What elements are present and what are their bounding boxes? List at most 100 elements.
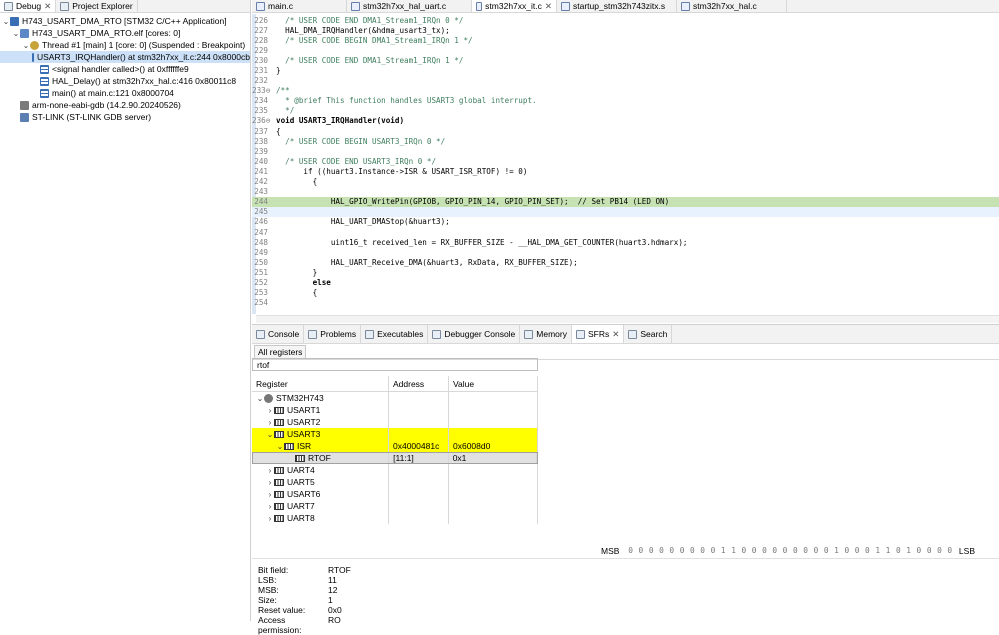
bottom-tab[interactable]: Search [624, 325, 673, 343]
code-line[interactable]: 232 [252, 76, 999, 86]
editor-tab[interactable]: stm32h7xx_hal.c [677, 0, 787, 12]
tree-item[interactable]: USART3_IRQHandler() at stm32h7xx_it.c:24… [0, 51, 250, 63]
bottom-tab[interactable]: Executables [361, 325, 429, 343]
code-line[interactable]: 242 { [252, 177, 999, 187]
code-line[interactable]: 239 [252, 146, 999, 156]
close-icon[interactable]: ✕ [545, 1, 552, 12]
register-row[interactable]: RTOF [11:1] 0x1 [252, 452, 538, 464]
code-line[interactable]: 248 uint16_t received_len = RX_BUFFER_SI… [252, 237, 999, 247]
code-line[interactable]: 238 /* USER CODE BEGIN USART3_IRQn 0 */ [252, 136, 999, 146]
code-area[interactable]: 226 /* USER CODE END DMA1_Stream1_IRQn 0… [252, 15, 999, 308]
register-row[interactable]: › USART2 [252, 416, 538, 428]
editor-tab[interactable]: stm32h7xx_hal_uart.c [347, 0, 472, 12]
code-line[interactable]: 235 */ [252, 106, 999, 116]
register-name: ISR [297, 441, 312, 451]
tree-item[interactable]: arm-none-eabi-gdb (14.2.90.20240526) [0, 99, 250, 111]
tree-item[interactable]: ST-LINK (ST-LINK GDB server) [0, 111, 250, 123]
tab-project-explorer[interactable]: Project Explorer [56, 0, 138, 12]
chevron-down-icon[interactable]: ⌄ [276, 442, 284, 451]
bit-value: 0 [916, 546, 922, 555]
chevron-down-icon[interactable]: ⌄ [12, 29, 20, 38]
code-text: HAL_DMA_IRQHandler(&hdma_usart3_tx); [276, 25, 450, 35]
chevron-right-icon[interactable]: › [266, 502, 274, 511]
chevron-right-icon[interactable]: › [266, 514, 274, 523]
bottom-tab[interactable]: SFRs ✕ [572, 325, 625, 343]
code-line[interactable]: 236⊖ void USART3_IRQHandler(void) [252, 116, 999, 126]
tab-all-registers[interactable]: All registers [254, 344, 307, 359]
chevron-down-icon[interactable]: ⌄ [256, 394, 264, 403]
chevron-right-icon[interactable]: › [266, 406, 274, 415]
chevron-down-icon[interactable]: ⌄ [22, 41, 30, 50]
register-row[interactable]: ⌄ ISR 0x4000481c 0x6008d0 [252, 440, 538, 452]
code-line[interactable]: 254 [252, 298, 999, 308]
tab-debug[interactable]: Debug ✕ [0, 0, 57, 12]
tree-item[interactable]: HAL_Delay() at stm32h7xx_hal.c:416 0x800… [0, 75, 250, 87]
chevron-right-icon[interactable]: › [266, 418, 274, 427]
code-line[interactable]: 234 * @brief This function handles USART… [252, 96, 999, 106]
code-line[interactable]: 244 HAL_GPIO_WritePin(GPIOB, GPIO_PIN_14… [252, 196, 999, 207]
register-row[interactable]: › UART5 [252, 476, 538, 488]
editor-tab[interactable]: main.c [252, 0, 347, 12]
code-text: HAL_GPIO_WritePin(GPIOB, GPIO_PIN_14, GP… [276, 197, 670, 207]
code-line[interactable]: 253 { [252, 288, 999, 298]
close-icon[interactable]: ✕ [44, 1, 51, 12]
code-line[interactable]: 245 [252, 206, 999, 217]
tree-item[interactable]: ⌄ Thread #1 [main] 1 [core: 0] (Suspended… [0, 39, 250, 51]
code-line[interactable]: 229 [252, 45, 999, 55]
column-register[interactable]: Register [252, 376, 389, 391]
code-line[interactable]: 226 /* USER CODE END DMA1_Stream1_IRQn 0… [252, 15, 999, 25]
editor-tab[interactable]: startup_stm32h743zitx.s [557, 0, 677, 12]
register-row[interactable]: › UART8 [252, 512, 538, 524]
code-line[interactable]: 251 } [252, 267, 999, 277]
register-filter-input[interactable]: rtof [252, 358, 538, 371]
code-line[interactable]: 241 if ((huart3.Instance->ISR & USART_IS… [252, 166, 999, 176]
register-row[interactable]: › USART6 [252, 488, 538, 500]
chevron-down-icon[interactable]: ⌄ [266, 430, 274, 439]
register-row[interactable]: ⌄ USART3 [252, 428, 538, 440]
chevron-down-icon[interactable]: ⌄ [2, 17, 10, 26]
register-row[interactable]: › USART1 [252, 404, 538, 416]
code-text: /* USER CODE END USART3_IRQn 0 */ [276, 156, 437, 166]
bottom-tab-label: Debugger Console [444, 329, 516, 339]
register-value: 0x1 [449, 453, 537, 463]
horizontal-scrollbar[interactable] [256, 315, 999, 323]
editor-tabbar: main.c stm32h7xx_hal_uart.c stm32h7xx_it.c… [252, 0, 999, 13]
code-line[interactable]: 237 { [252, 126, 999, 136]
column-address[interactable]: Address [389, 376, 449, 391]
code-line[interactable]: 230 /* USER CODE END DMA1_Stream1_IRQn 1… [252, 55, 999, 65]
register-row[interactable]: ⌄ STM32H743 [252, 392, 538, 404]
tree-item[interactable]: <signal handler called>() at 0xffffffe9 [0, 63, 250, 75]
tree-item-label: ST-LINK (ST-LINK GDB server) [32, 112, 152, 122]
bottom-tab[interactable]: Debugger Console [428, 325, 521, 343]
code-line[interactable]: 227 HAL_DMA_IRQHandler(&hdma_usart3_tx); [252, 25, 999, 35]
chevron-right-icon[interactable]: › [266, 478, 274, 487]
code-line[interactable]: 250 HAL_UART_Receive_DMA(&huart3, RxData… [252, 257, 999, 267]
close-icon[interactable]: ✕ [612, 329, 619, 340]
register-row[interactable]: › UART4 [252, 464, 538, 476]
tree-item[interactable]: main() at main.c:121 0x8000704 [0, 87, 250, 99]
code-line[interactable]: 246 HAL_UART_DMAStop(&huart3); [252, 217, 999, 227]
bit-value: 0 [782, 546, 788, 555]
bottom-tab[interactable]: Console [252, 325, 305, 343]
tree-item[interactable]: ⌄ H743_USART_DMA_RTO.elf [cores: 0] [0, 27, 250, 39]
chevron-right-icon[interactable]: › [266, 466, 274, 475]
column-value[interactable]: Value [449, 376, 538, 391]
code-line[interactable]: 252 else [252, 277, 999, 287]
chevron-right-icon[interactable]: › [266, 490, 274, 499]
editor-tab[interactable]: stm32h7xx_it.c ✕ [472, 0, 557, 12]
tree-item-label: USART3_IRQHandler() at stm32h7xx_it.c:24… [37, 52, 250, 62]
code-line[interactable]: 231} [252, 65, 999, 75]
tree-item[interactable]: ⌄ H743_USART_DMA_RTO [STM32 C/C++ Applica… [0, 15, 250, 27]
bottom-tab[interactable]: Memory [520, 325, 572, 343]
bottom-tab[interactable]: Problems [304, 325, 362, 343]
register-name-cell: › USART1 [252, 404, 389, 416]
code-line[interactable]: 228 /* USER CODE BEGIN DMA1_Stream1_IRQn… [252, 35, 999, 45]
code-line[interactable]: 240 /* USER CODE END USART3_IRQn 0 */ [252, 156, 999, 166]
register-name: STM32H743 [276, 393, 324, 403]
info-row: Access permission: RO [258, 615, 351, 635]
register-row[interactable]: › UART7 [252, 500, 538, 512]
code-line[interactable]: 233⊖ /** [252, 86, 999, 96]
code-line[interactable]: 247 [252, 227, 999, 237]
code-line[interactable]: 249 [252, 247, 999, 257]
code-line[interactable]: 243 [252, 187, 999, 197]
